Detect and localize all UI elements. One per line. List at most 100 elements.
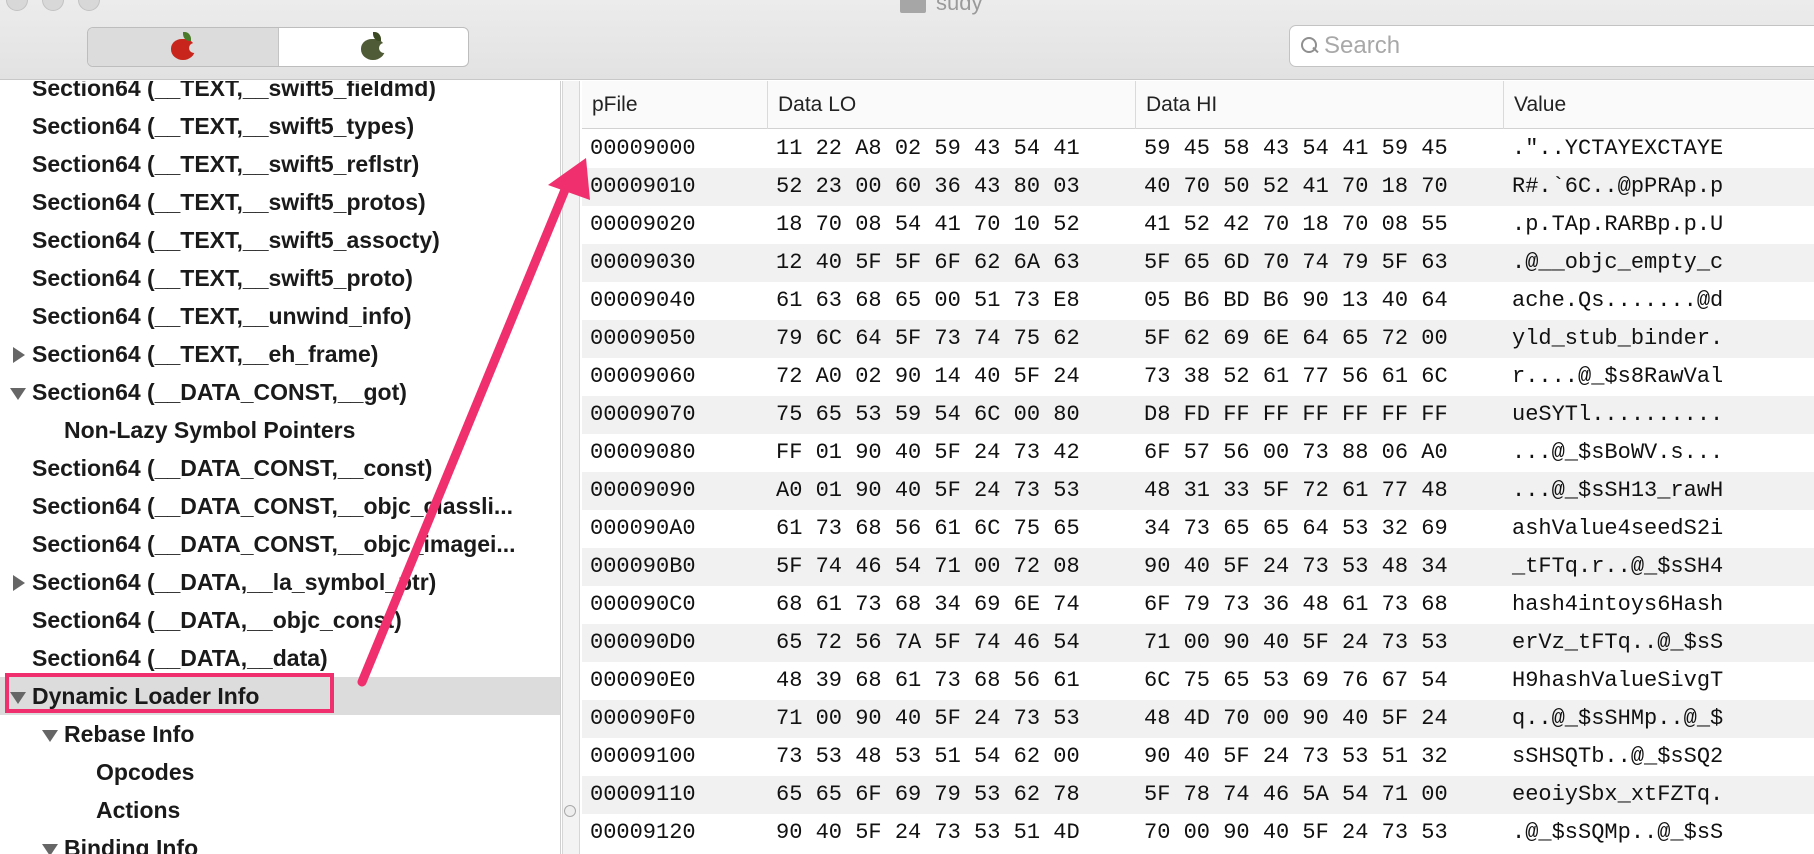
cell-pfile: 00009040 bbox=[590, 288, 696, 313]
cell-data-hi: 05 B6 BD B6 90 13 40 64 bbox=[1144, 288, 1448, 313]
tree-item[interactable]: Section64 (__DATA,__objc_const) bbox=[0, 601, 560, 639]
disclosure-open-icon[interactable] bbox=[42, 841, 58, 854]
table-header: pFile Data LO Data HI Value bbox=[582, 81, 1814, 129]
tree-item-label: Non-Lazy Symbol Pointers bbox=[64, 416, 356, 443]
column-header-data-lo[interactable]: Data LO bbox=[768, 81, 1136, 129]
tree-item-label: Section64 (__TEXT,__swift5_protos) bbox=[32, 188, 426, 215]
cell-data-lo: 73 53 48 53 51 54 62 00 bbox=[776, 744, 1080, 769]
column-header-pfile[interactable]: pFile bbox=[582, 81, 768, 129]
cell-data-lo: 65 72 56 7A 5F 74 46 54 bbox=[776, 630, 1080, 655]
column-header-value[interactable]: Value bbox=[1504, 81, 1814, 129]
table-row[interactable]: 000090E0 48 39 68 61 73 68 56 61 6C 75 65 … bbox=[582, 662, 1814, 700]
cell-pfile: 00009000 bbox=[590, 136, 696, 161]
table-row[interactable]: 000090F0 71 00 90 40 5F 24 73 53 48 4D 70 … bbox=[582, 700, 1814, 738]
cell-data-lo: 5F 74 46 54 71 00 72 08 bbox=[776, 554, 1080, 579]
close-window-button[interactable] bbox=[6, 0, 28, 11]
window-title: sudy bbox=[900, 0, 982, 15]
disclosure-open-icon[interactable] bbox=[10, 385, 26, 400]
disclosure-open-icon[interactable] bbox=[42, 727, 58, 742]
table-row[interactable]: 00009040 61 63 68 65 00 51 73 E8 05 B6 BD … bbox=[582, 282, 1814, 320]
tree-item[interactable]: Section64 (__DATA_CONST,__const) bbox=[0, 449, 560, 487]
tree-item[interactable]: Rebase Info bbox=[0, 715, 560, 753]
tree-item[interactable]: Non-Lazy Symbol Pointers bbox=[0, 411, 560, 449]
dark-apple-icon bbox=[358, 32, 390, 62]
tree-item[interactable]: Section64 (__TEXT,__swift5_proto) bbox=[0, 259, 560, 297]
table-row[interactable]: 000090B0 5F 74 46 54 71 00 72 08 90 40 5F … bbox=[582, 548, 1814, 586]
search-field[interactable] bbox=[1289, 25, 1814, 67]
disclosure-closed-icon[interactable] bbox=[10, 347, 25, 363]
cell-data-hi: 59 45 58 43 54 41 59 45 bbox=[1144, 136, 1448, 161]
cell-data-hi: 73 38 52 61 77 56 61 6C bbox=[1144, 364, 1448, 389]
table-row[interactable]: 00009120 90 40 5F 24 73 53 51 4D 70 00 90 … bbox=[582, 814, 1814, 852]
cell-data-hi: 71 00 90 40 5F 24 73 53 bbox=[1144, 630, 1448, 655]
tree-item-label: Section64 (__DATA_CONST,__objc_imagei... bbox=[32, 530, 516, 557]
table-row[interactable]: 00009090 A0 01 90 40 5F 24 73 53 48 31 33 … bbox=[582, 472, 1814, 510]
cell-data-lo: 11 22 A8 02 59 43 54 41 bbox=[776, 136, 1080, 161]
table-row[interactable]: 00009100 73 53 48 53 51 54 62 00 90 40 5F … bbox=[582, 738, 1814, 776]
table-row[interactable]: 00009070 75 65 53 59 54 6C 00 80 D8 FD FF … bbox=[582, 396, 1814, 434]
cell-value: sSHSQTb..@_$sSQ2 bbox=[1512, 744, 1724, 769]
table-row[interactable]: 000090A0 61 73 68 56 61 6C 75 65 34 73 65 … bbox=[582, 510, 1814, 548]
table-row[interactable]: 00009020 18 70 08 54 41 70 10 52 41 52 42 … bbox=[582, 206, 1814, 244]
split-view-divider[interactable] bbox=[562, 81, 580, 854]
cell-data-hi: 90 40 5F 24 73 53 48 34 bbox=[1144, 554, 1448, 579]
cell-data-lo: 75 65 53 59 54 6C 00 80 bbox=[776, 402, 1080, 427]
table-row[interactable]: 00009010 52 23 00 60 36 43 80 03 40 70 50 … bbox=[582, 168, 1814, 206]
minimize-window-button[interactable] bbox=[42, 0, 64, 11]
cell-value: erVz_tFTq..@_$sS bbox=[1512, 630, 1724, 655]
tree-item[interactable]: Section64 (__TEXT,__swift5_reflstr) bbox=[0, 145, 560, 183]
zoom-window-button[interactable] bbox=[78, 0, 100, 11]
tree-item-selected[interactable]: Dynamic Loader Info bbox=[0, 677, 560, 715]
table-row[interactable]: 00009030 12 40 5F 5F 6F 62 6A 63 5F 65 6D … bbox=[582, 244, 1814, 282]
tree-item[interactable]: Section64 (__DATA,__la_symbol_ptr) bbox=[0, 563, 560, 601]
table-row[interactable]: 00009110 65 65 6F 69 79 53 62 78 5F 78 74 … bbox=[582, 776, 1814, 814]
tree-item-label: Section64 (__TEXT,__unwind_info) bbox=[32, 302, 412, 329]
tree-item[interactable]: Section64 (__TEXT,__swift5_protos) bbox=[0, 183, 560, 221]
view-mode-dark-apple-button[interactable] bbox=[279, 28, 469, 66]
tree-item-label: Section64 (__TEXT,__swift5_types) bbox=[32, 112, 415, 139]
tree-item[interactable]: Opcodes bbox=[0, 753, 560, 791]
cell-data-hi: 48 31 33 5F 72 61 77 48 bbox=[1144, 478, 1448, 503]
view-mode-segmented-control bbox=[87, 27, 469, 67]
tree-item[interactable]: Section64 (__TEXT,__swift5_assocty) bbox=[0, 221, 560, 259]
tree-item-label: Section64 (__DATA_CONST,__const) bbox=[32, 454, 433, 481]
table-row[interactable]: 00009060 72 A0 02 90 14 40 5F 24 73 38 52 … bbox=[582, 358, 1814, 396]
cell-value: .p.TAp.RARBp.p.U bbox=[1512, 212, 1724, 237]
tree-item-label: Section64 (__TEXT,__eh_frame) bbox=[32, 340, 379, 367]
section-tree[interactable]: Section64 (__TEXT,__swift5_fieldmd) Secti… bbox=[0, 81, 561, 854]
cell-data-lo: 72 A0 02 90 14 40 5F 24 bbox=[776, 364, 1080, 389]
tree-item[interactable]: Section64 (__DATA_CONST,__objc_classli..… bbox=[0, 487, 560, 525]
cell-value: H9hashValueSivgT bbox=[1512, 668, 1724, 693]
tree-item-label: Section64 (__DATA,__data) bbox=[32, 644, 328, 671]
table-row[interactable]: 00009050 79 6C 64 5F 73 74 75 62 5F 62 69 … bbox=[582, 320, 1814, 358]
cell-pfile: 000090E0 bbox=[590, 668, 696, 693]
tree-item-label: Section64 (__TEXT,__swift5_fieldmd) bbox=[32, 81, 436, 101]
tree-item[interactable]: Section64 (__TEXT,__unwind_info) bbox=[0, 297, 560, 335]
tree-item[interactable]: Binding Info bbox=[0, 829, 560, 854]
tree-item[interactable]: Actions bbox=[0, 791, 560, 829]
tree-item[interactable]: Section64 (__DATA,__data) bbox=[0, 639, 560, 677]
cell-pfile: 000090D0 bbox=[590, 630, 696, 655]
table-row[interactable]: 000090C0 68 61 73 68 34 69 6E 74 6F 79 73 … bbox=[582, 586, 1814, 624]
split-view-handle[interactable] bbox=[564, 805, 576, 817]
tree-item[interactable]: Section64 (__TEXT,__eh_frame) bbox=[0, 335, 560, 373]
search-icon bbox=[1300, 36, 1320, 56]
cell-data-hi: 40 70 50 52 41 70 18 70 bbox=[1144, 174, 1448, 199]
cell-value: q..@_$sSHMp..@_$ bbox=[1512, 706, 1724, 731]
disclosure-closed-icon[interactable] bbox=[10, 575, 25, 591]
cell-data-lo: 68 61 73 68 34 69 6E 74 bbox=[776, 592, 1080, 617]
table-row[interactable]: 00009080 FF 01 90 40 5F 24 73 42 6F 57 56 … bbox=[582, 434, 1814, 472]
cell-data-lo: 71 00 90 40 5F 24 73 53 bbox=[776, 706, 1080, 731]
tree-item[interactable]: Section64 (__DATA_CONST,__got) bbox=[0, 373, 560, 411]
hex-table[interactable]: pFile Data LO Data HI Value 00009000 11 2… bbox=[582, 81, 1814, 854]
tree-item[interactable]: Section64 (__DATA_CONST,__objc_imagei... bbox=[0, 525, 560, 563]
table-row[interactable]: 000090D0 65 72 56 7A 5F 74 46 54 71 00 90 … bbox=[582, 624, 1814, 662]
tree-item[interactable]: Section64 (__TEXT,__swift5_fieldmd) bbox=[0, 81, 560, 107]
disclosure-open-icon[interactable] bbox=[10, 689, 26, 704]
column-header-data-hi[interactable]: Data HI bbox=[1136, 81, 1504, 129]
table-row[interactable]: 00009000 11 22 A8 02 59 43 54 41 59 45 58 … bbox=[582, 130, 1814, 168]
search-input[interactable] bbox=[1324, 32, 1804, 60]
tree-item[interactable]: Section64 (__TEXT,__swift5_types) bbox=[0, 107, 560, 145]
cell-pfile: 00009050 bbox=[590, 326, 696, 351]
view-mode-red-apple-button[interactable] bbox=[88, 28, 279, 66]
